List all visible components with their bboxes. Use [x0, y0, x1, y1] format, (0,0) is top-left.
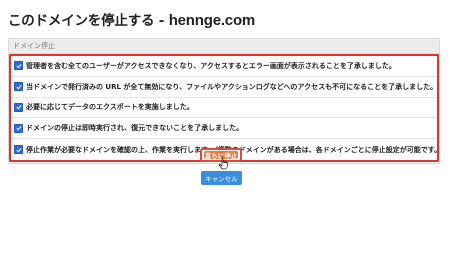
checkmark-icon [16, 105, 22, 110]
confirm-row[interactable]: ドメインの停止は即時実行され、復元できないことを了承しました。 [11, 118, 437, 140]
confirm-row[interactable]: 当ドメインで発行済みの URL が全て無効になり、ファイルやアクションログなどへ… [11, 77, 437, 98]
page-title-prefix: このドメインを停止する - [8, 13, 169, 29]
confirm-label: 必要に応じてデータのエクスポートを実施しました。 [26, 103, 194, 112]
confirmation-checklist: 管理者を含む全てのユーザーがアクセスできなくなり、アクセスするとエラー画面が表示… [9, 54, 439, 162]
confirm-label: 管理者を含む全てのユーザーがアクセスできなくなり、アクセスするとエラー画面が表示… [26, 61, 396, 70]
cancel-button[interactable]: キャンセル [201, 171, 242, 185]
checkbox-checked[interactable] [14, 123, 23, 133]
confirm-label: 当ドメインで発行済みの URL が全て無効になり、ファイルやアクションログなどへ… [26, 82, 437, 91]
checkmark-icon [16, 147, 22, 152]
checkbox-checked[interactable] [14, 102, 23, 112]
page-title: このドメインを停止する - hennge.com [8, 9, 255, 29]
hand-pointer-icon [218, 157, 228, 170]
checkbox-checked[interactable] [14, 82, 23, 92]
checkmark-icon [16, 84, 22, 90]
domain-stop-panel: ドメイン停止 管理者を含む全てのユーザーがアクセスできなくなり、アクセスするとエ… [8, 38, 440, 164]
checkmark-icon [16, 63, 22, 69]
checkbox-checked[interactable] [14, 61, 23, 71]
confirm-row[interactable]: 管理者を含む全てのユーザーがアクセスできなくなり、アクセスするとエラー画面が表示… [11, 56, 437, 77]
confirm-label: ドメインの停止は即時実行され、復元できないことを了承しました。 [26, 124, 244, 133]
checkbox-checked[interactable] [14, 145, 23, 155]
page-title-domain: hennge.com [168, 12, 256, 29]
checkmark-icon [16, 126, 22, 131]
confirm-row[interactable]: 必要に応じてデータのエクスポートを実施しました。 [11, 98, 437, 119]
panel-header: ドメイン停止 [9, 39, 439, 54]
